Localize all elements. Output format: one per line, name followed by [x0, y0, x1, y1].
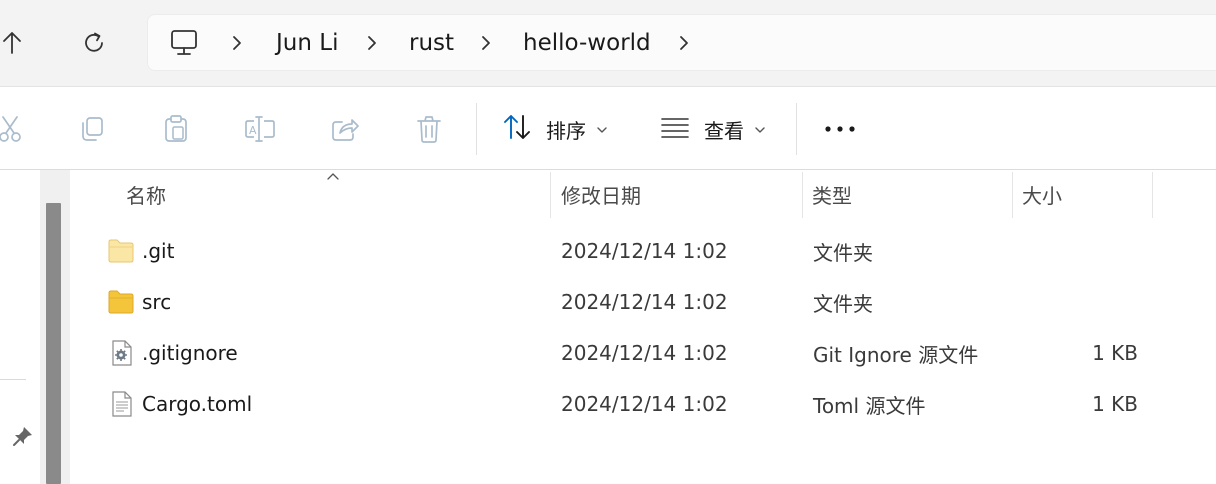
breadcrumb-item-rust[interactable]: rust: [409, 14, 454, 71]
column-header-label: 大小: [1022, 183, 1062, 208]
breadcrumb-label: Jun Li: [276, 29, 339, 56]
navigation-pane-divider: [0, 379, 26, 380]
file-name: .gitignore: [142, 341, 238, 365]
command-bar: A 排序 查看: [0, 86, 1216, 170]
pin-icon[interactable]: [12, 425, 34, 447]
file-name: src: [142, 290, 172, 314]
file-row[interactable]: .gitignore 2024/12/14 1:02 Git Ignore 源文…: [90, 328, 1200, 378]
file-date: 2024/12/14 1:02: [561, 239, 728, 263]
chevron-down-icon: [754, 120, 766, 139]
text-file-icon: [112, 391, 132, 417]
breadcrumb-item-jun-li[interactable]: Jun Li: [276, 14, 338, 71]
this-pc-icon[interactable]: [169, 14, 199, 71]
file-name: .git: [142, 239, 175, 263]
column-header-name[interactable]: 名称: [126, 170, 166, 218]
chevron-right-icon[interactable]: [365, 14, 379, 71]
view-label: 查看: [704, 118, 744, 143]
file-type: 文件夹: [813, 240, 873, 265]
file-date: 2024/12/14 1:02: [561, 290, 728, 314]
arrow-up-icon[interactable]: [0, 23, 32, 63]
breadcrumb-label: hello-world: [523, 29, 651, 56]
file-size: 1 KB: [1092, 341, 1138, 365]
address-bar[interactable]: Jun Li rust hello-world: [147, 14, 1216, 71]
file-size: 1 KB: [1092, 392, 1138, 416]
folder-icon: [108, 290, 134, 314]
refresh-icon[interactable]: [74, 23, 114, 63]
delete-icon[interactable]: [411, 111, 447, 147]
share-icon[interactable]: [327, 111, 363, 147]
svg-text:A: A: [249, 124, 257, 137]
column-divider[interactable]: [550, 172, 551, 218]
file-type: Toml 源文件: [813, 393, 926, 418]
copy-icon[interactable]: [74, 111, 110, 147]
column-divider[interactable]: [802, 172, 803, 218]
file-explorer-window: Jun Li rust hello-world A 排序 查看 名称 修改日期 …: [0, 0, 1216, 484]
column-header-date[interactable]: 修改日期: [561, 170, 641, 218]
more-icon[interactable]: [822, 111, 858, 147]
column-header-label: 修改日期: [561, 183, 641, 208]
column-divider[interactable]: [1012, 172, 1013, 218]
chevron-right-icon[interactable]: [479, 14, 493, 71]
file-date: 2024/12/14 1:02: [561, 341, 728, 365]
column-header-type[interactable]: 类型: [812, 170, 852, 218]
file-date: 2024/12/14 1:02: [561, 392, 728, 416]
breadcrumb-label: rust: [409, 29, 455, 56]
column-header-label: 类型: [812, 183, 852, 208]
rename-icon[interactable]: A: [242, 111, 278, 147]
toolbar-separator: [476, 103, 477, 155]
navigation-bar: Jun Li rust hello-world: [0, 0, 1216, 86]
sort-icon: [502, 113, 532, 145]
chevron-down-icon: [596, 120, 608, 139]
sort-label: 排序: [546, 118, 586, 143]
column-divider[interactable]: [1152, 172, 1153, 218]
chevron-right-icon[interactable]: [230, 14, 244, 71]
view-icon: [660, 116, 690, 142]
toolbar-separator: [796, 103, 797, 155]
file-name: Cargo.toml: [142, 392, 253, 416]
column-header-label: 名称: [126, 183, 166, 208]
chevron-right-icon[interactable]: [677, 14, 691, 71]
column-header-size[interactable]: 大小: [1022, 170, 1062, 218]
cut-icon[interactable]: [0, 111, 28, 147]
view-button[interactable]: 查看: [660, 109, 766, 149]
sort-button[interactable]: 排序: [502, 109, 608, 149]
settings-file-icon: [112, 340, 132, 366]
folder-icon: [108, 239, 134, 263]
file-row[interactable]: Cargo.toml 2024/12/14 1:02 Toml 源文件 1 KB: [90, 379, 1200, 429]
breadcrumb-item-hello-world[interactable]: hello-world: [523, 14, 651, 71]
file-type: Git Ignore 源文件: [813, 342, 979, 367]
sort-ascending-icon: [327, 173, 339, 180]
paste-icon[interactable]: [158, 111, 194, 147]
scrollbar-thumb[interactable]: [46, 203, 61, 484]
file-row[interactable]: src 2024/12/14 1:02 文件夹: [90, 277, 1200, 327]
file-type: 文件夹: [813, 291, 873, 316]
file-row[interactable]: .git 2024/12/14 1:02 文件夹: [90, 226, 1200, 276]
